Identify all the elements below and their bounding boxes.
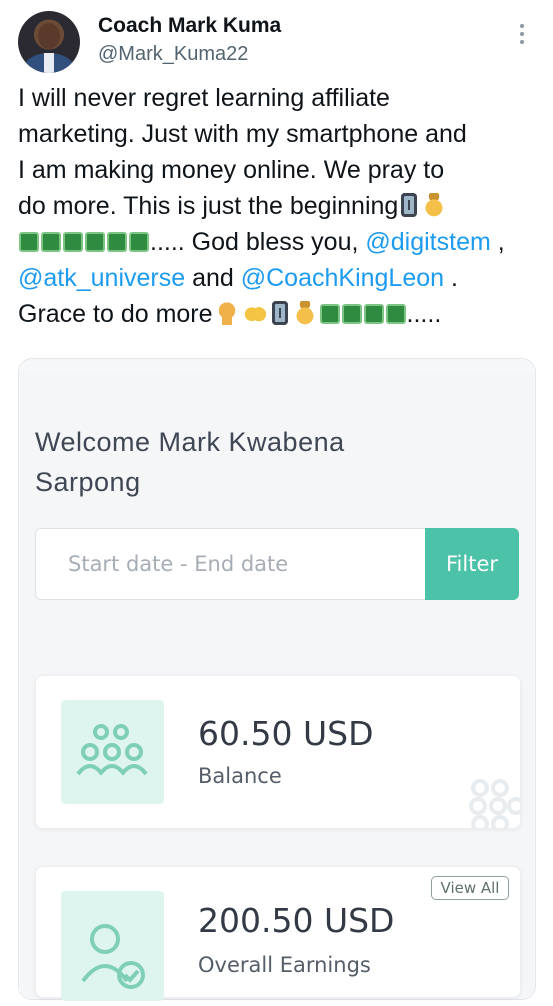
mention-link[interactable]: @CoachKingLeon — [241, 264, 444, 292]
mention-link[interactable]: @digitstem — [365, 228, 490, 256]
users-icon — [61, 700, 164, 804]
dollar-banknote-icon — [385, 304, 406, 324]
tweet-line: I am making money online. We pray to — [18, 156, 445, 184]
tweet-line: do more. This is just the beginning — [18, 188, 543, 224]
author-handle[interactable]: @Mark_Kuma22 — [98, 43, 248, 66]
person-bowing-icon — [215, 301, 238, 325]
balance-label: Balance — [198, 764, 282, 788]
users-watermark-icon — [469, 779, 520, 828]
raising-hands-icon — [243, 301, 266, 325]
tweet-line: marketing. Just with my smartphone and — [18, 120, 467, 148]
author-name[interactable]: Coach Mark Kuma — [98, 14, 281, 38]
dollar-banknote-icon — [63, 232, 83, 252]
tweet-text: I will never regret learning affiliate m… — [18, 80, 543, 332]
balance-value: 60.50 USD — [198, 714, 374, 753]
money-bag-icon — [293, 301, 316, 325]
overall-earnings-label: Overall Earnings — [198, 953, 371, 977]
overall-earnings-value: 200.50 USD — [198, 901, 395, 940]
dollar-banknote-icon — [363, 304, 384, 324]
balance-card: 60.50 USD Balance — [35, 675, 521, 829]
mobile-phone-icon — [271, 301, 288, 325]
dollar-banknote-icon — [107, 232, 127, 252]
tweet-line: Grace to do more..... — [18, 300, 442, 328]
tweet-line: I will never regret learning affiliate — [18, 84, 390, 112]
dollar-banknote-icon — [129, 232, 149, 252]
view-all-button[interactable]: View All — [431, 876, 509, 900]
dollar-banknote-icon — [41, 232, 61, 252]
dollar-banknote-icon — [19, 232, 39, 252]
user-check-icon — [61, 891, 164, 1001]
filter-button[interactable]: Filter — [425, 528, 519, 600]
tweet-line: @atk_universe and @CoachKingLeon . — [18, 264, 458, 292]
more-options-icon[interactable] — [512, 24, 532, 48]
date-range-input[interactable]: Start date - End date — [35, 528, 425, 600]
dollar-banknote-icon — [319, 304, 340, 324]
mobile-phone-icon — [401, 193, 418, 217]
author-avatar[interactable] — [18, 11, 80, 73]
welcome-heading: Welcome Mark Kwabena Sarpong — [35, 427, 345, 497]
money-bag-icon — [423, 193, 446, 217]
mention-link[interactable]: @atk_universe — [18, 264, 185, 292]
dollar-banknote-icon — [85, 232, 105, 252]
tweet-line: ..... God bless you, @digitstem , — [18, 224, 543, 260]
dollar-banknote-icon — [341, 304, 362, 324]
